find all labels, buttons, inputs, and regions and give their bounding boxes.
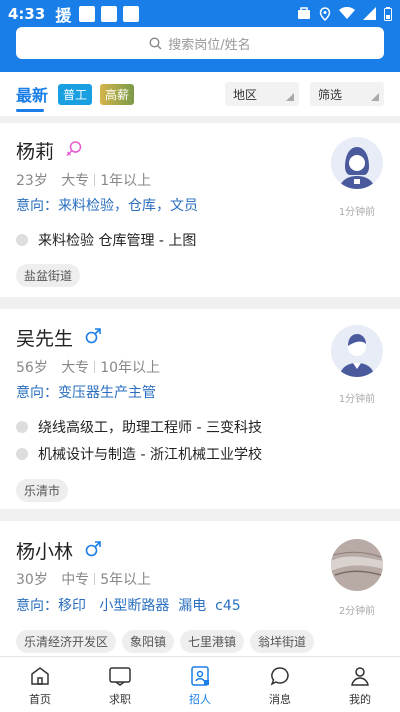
tag-high-pay[interactable]: 高薪 <box>100 83 135 105</box>
wifi-icon <box>339 7 355 19</box>
male-icon <box>85 328 101 344</box>
search-input[interactable]: 搜索岗位/姓名 <box>16 27 384 59</box>
nav-label: 求职 <box>109 693 131 706</box>
history-text: 机械设计与制造 - 浙江机械工业学校 <box>38 447 262 463</box>
female-icon <box>66 141 82 157</box>
search-icon <box>149 36 162 49</box>
candidate-education: 大专 <box>61 360 90 376</box>
candidate-name: 杨小林 <box>16 541 74 563</box>
signal-icon <box>363 7 376 20</box>
candidate-meta: 30岁 中专 5年以上 <box>16 569 151 589</box>
tab-latest[interactable]: 最新 <box>16 82 48 112</box>
briefcase-icon <box>298 7 310 19</box>
avatar <box>331 539 383 591</box>
notification-icon <box>101 5 118 22</box>
location-chip: 乐清经济开发区 <box>16 630 117 653</box>
nav-profile[interactable]: 我的 <box>320 657 400 712</box>
filter-bar: 最新 普工 高薪 地区 筛选 <box>0 72 400 116</box>
candidate-education: 中专 <box>61 572 90 588</box>
history-icon <box>16 448 28 460</box>
nav-job-search[interactable]: 求职 <box>80 657 160 712</box>
status-bar: 4:33 援 <box>0 0 400 27</box>
carrier-label: 援 <box>55 5 72 25</box>
recruit-icon <box>191 666 209 686</box>
location-chip: 盐盆街道 <box>16 264 81 287</box>
avatar <box>331 137 383 189</box>
header: 搜索岗位/姓名 <box>0 27 400 72</box>
notification-icon <box>79 5 96 22</box>
avatar <box>331 325 383 377</box>
candidate-card[interactable]: 杨莉 23岁 大专 1年以上 意向：来料检验，仓库，文员 来料检验 仓库管理 - … <box>0 123 400 297</box>
candidate-card[interactable]: 杨小林 30岁 中专 5年以上 意向：移印 小型断路器 漏电 c45 乐清经济开发… <box>0 521 400 656</box>
posted-time: 1分钟前 <box>338 207 376 218</box>
history-icon <box>16 234 28 246</box>
candidate-intent: 意向：移印 小型断路器 漏电 c45 <box>16 598 241 614</box>
filter-dropdown[interactable]: 筛选 <box>310 82 384 106</box>
battery-icon <box>384 6 392 21</box>
history-icon <box>16 421 28 433</box>
location-chips: 盐盆街道 <box>16 264 81 287</box>
home-icon <box>31 667 49 685</box>
candidate-intent: 意向：变压器生产主管 <box>16 385 156 401</box>
history-text: 绕线高级工，助理工程师 - 三变科技 <box>38 420 262 436</box>
location-chip: 象阳镇 <box>122 630 175 653</box>
candidate-intent: 意向：来料检验，仓库，文员 <box>16 198 198 214</box>
location-chip: 翁垟街道 <box>250 630 315 653</box>
candidate-meta: 56岁 大专 10年以上 <box>16 357 160 377</box>
candidate-age: 23岁 <box>16 173 48 189</box>
posted-time: 2分钟前 <box>338 606 376 617</box>
search-placeholder: 搜索岗位/姓名 <box>168 37 251 53</box>
candidate-experience: 1年以上 <box>100 173 152 189</box>
nav-label: 首页 <box>29 693 51 706</box>
male-icon <box>85 541 101 557</box>
nav-label: 招人 <box>189 693 211 706</box>
tag-general-worker[interactable]: 普工 <box>58 83 93 105</box>
message-icon <box>270 667 289 686</box>
candidate-experience: 5年以上 <box>100 572 152 588</box>
candidate-meta: 23岁 大专 1年以上 <box>16 170 151 190</box>
history-item: 机械设计与制造 - 浙江机械工业学校 <box>16 444 262 464</box>
candidate-card[interactable]: 吴先生 56岁 大专 10年以上 意向：变压器生产主管 绕线高级工，助理工程师 -… <box>0 309 400 509</box>
history-item: 来料检验 仓库管理 - 上图 <box>16 230 196 250</box>
notification-icon <box>123 5 140 22</box>
location-chip: 乐清市 <box>16 479 69 502</box>
location-chip: 七里港镇 <box>180 630 245 653</box>
nav-label: 消息 <box>269 693 291 706</box>
status-time: 4:33 <box>8 4 46 23</box>
history-text: 来料检验 仓库管理 - 上图 <box>38 233 197 249</box>
posted-time: 1分钟前 <box>338 394 376 405</box>
candidate-experience: 10年以上 <box>100 360 161 376</box>
candidate-name: 杨莉 <box>16 141 55 163</box>
nav-home[interactable]: 首页 <box>0 657 80 712</box>
candidate-education: 大专 <box>61 173 90 189</box>
job-search-icon <box>109 667 131 686</box>
bottom-nav: 首页 求职 招人 消息 我的 <box>0 656 400 712</box>
location-chips: 乐清经济开发区 象阳镇 七里港镇 翁垟街道 <box>16 630 315 653</box>
candidate-name: 吴先生 <box>16 328 74 350</box>
location-chips: 乐清市 <box>16 479 69 502</box>
area-dropdown[interactable]: 地区 <box>225 82 299 106</box>
location-icon <box>319 6 331 21</box>
candidate-age: 30岁 <box>16 572 48 588</box>
candidate-age: 56岁 <box>16 360 48 376</box>
nav-recruit[interactable]: 招人 <box>160 657 240 712</box>
history-item: 绕线高级工，助理工程师 - 三变科技 <box>16 417 262 437</box>
profile-icon <box>351 667 369 686</box>
nav-messages[interactable]: 消息 <box>240 657 320 712</box>
nav-label: 我的 <box>349 693 371 706</box>
